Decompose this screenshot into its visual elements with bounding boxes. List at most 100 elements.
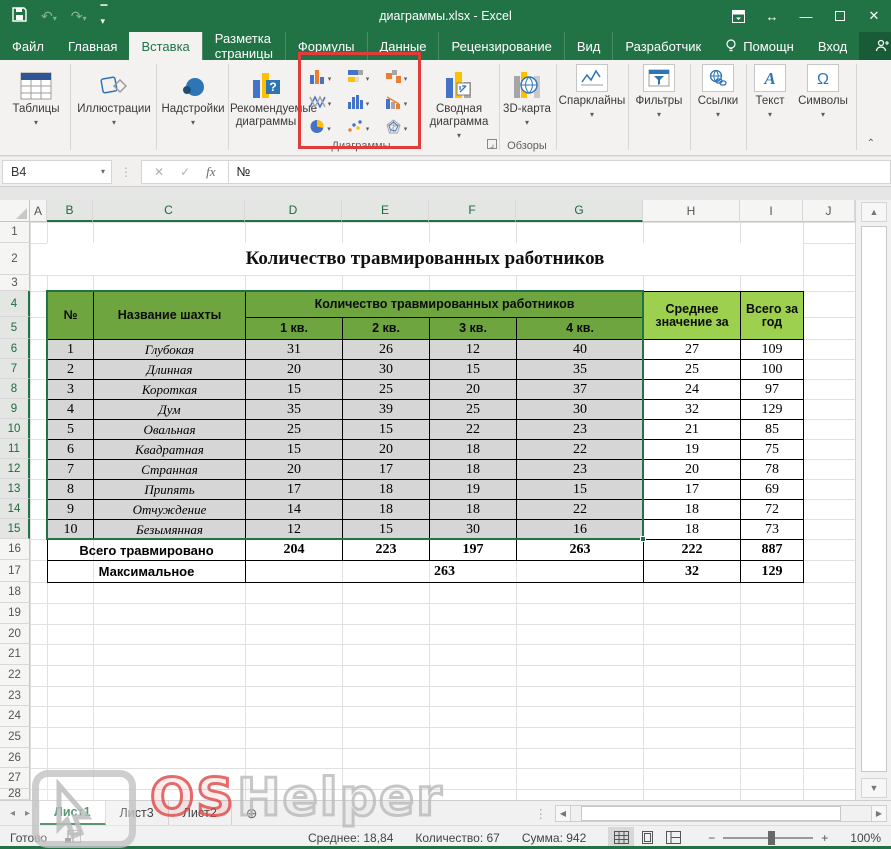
column-header-J[interactable]: J [803, 200, 855, 222]
table-cell[interactable]: 18 [430, 500, 517, 520]
table-cell[interactable]: 10 [48, 520, 94, 540]
table-cell[interactable]: 30 [517, 400, 644, 420]
column-header-E[interactable]: E [342, 200, 429, 222]
table-cell[interactable]: 12 [430, 340, 517, 360]
table-cell[interactable]: 14 [246, 500, 343, 520]
table-cell[interactable]: 17 [343, 460, 430, 480]
horizontal-scrollbar[interactable]: ⋮ ◀ ▶ [535, 801, 891, 825]
table-cell[interactable]: 19 [430, 480, 517, 500]
table-cell[interactable]: 18 [430, 460, 517, 480]
table-cell[interactable]: 18 [343, 500, 430, 520]
tab-developer[interactable]: Разработчик [612, 32, 713, 60]
header-q2[interactable]: 2 кв. [343, 318, 430, 340]
tell-me-button[interactable]: Помощн [713, 32, 806, 60]
table-cell[interactable]: 19 [644, 440, 741, 460]
tab-view[interactable]: Вид [564, 32, 613, 60]
horizontal-scroll-thumb[interactable] [581, 806, 841, 821]
header-num[interactable]: № [48, 292, 94, 340]
footer-total-avg[interactable]: 222 [644, 540, 741, 561]
row-header-9[interactable]: 9 [0, 399, 30, 419]
text-button[interactable]: A Текст ▾ [748, 64, 792, 119]
table-cell[interactable]: 129 [741, 400, 804, 420]
column-header-I[interactable]: I [740, 200, 803, 222]
table-cell[interactable]: Странная [94, 460, 246, 480]
table-cell[interactable]: 73 [741, 520, 804, 540]
table-cell[interactable]: 3 [48, 380, 94, 400]
footer-total-q3[interactable]: 197 [430, 540, 517, 561]
vertical-scroll-thumb[interactable] [861, 226, 887, 772]
table-cell[interactable]: 109 [741, 340, 804, 360]
table-cell[interactable]: 15 [517, 480, 644, 500]
table-cell[interactable]: 12 [246, 520, 343, 540]
table-cell[interactable]: 69 [741, 480, 804, 500]
table-cell[interactable]: 26 [343, 340, 430, 360]
footer-max-label[interactable]: Максимальное [48, 561, 246, 583]
footer-max-value[interactable]: 263 [246, 561, 644, 583]
row-header-8[interactable]: 8 [0, 379, 30, 399]
table-cell[interactable]: Отчуждение [94, 500, 246, 520]
table-cell[interactable]: 5 [48, 420, 94, 440]
table-cell[interactable]: 22 [517, 440, 644, 460]
close-button[interactable]: ✕ [857, 0, 891, 32]
header-q3[interactable]: 3 кв. [430, 318, 517, 340]
row-header-20[interactable]: 20 [0, 624, 30, 644]
table-cell[interactable]: 30 [430, 520, 517, 540]
row-header-24[interactable]: 24 [0, 706, 30, 727]
horizontal-scroll-track[interactable] [571, 805, 871, 822]
table-cell[interactable]: 27 [644, 340, 741, 360]
tab-page-layout[interactable]: Разметка страницы [202, 32, 285, 60]
macro-record-icon[interactable] [65, 830, 81, 846]
zoom-in-icon[interactable]: + [821, 831, 828, 845]
table-cell[interactable]: 97 [741, 380, 804, 400]
zoom-slider-thumb[interactable] [768, 831, 775, 845]
sign-in-button[interactable]: Вход [806, 32, 859, 60]
row-header-22[interactable]: 22 [0, 665, 30, 686]
row-header-19[interactable]: 19 [0, 603, 30, 624]
tab-review[interactable]: Рецензирование [438, 32, 563, 60]
table-cell[interactable]: Безымянная [94, 520, 246, 540]
row-header-1[interactable]: 1 [0, 222, 30, 243]
table-cell[interactable]: Глубокая [94, 340, 246, 360]
row-header-17[interactable]: 17 [0, 560, 30, 582]
table-cell[interactable]: 23 [517, 420, 644, 440]
row-header-3[interactable]: 3 [0, 275, 30, 291]
sheet-tab-3[interactable]: Лист2 [169, 801, 232, 825]
map-3d-button[interactable]: 3D-карта ▾ [501, 64, 553, 127]
insert-function-icon[interactable]: fx [206, 164, 215, 180]
worksheet-title-cell[interactable]: Количество травмированных работников [47, 243, 803, 275]
sheet-tab-1[interactable]: Лист1 [40, 801, 105, 825]
column-header-H[interactable]: H [643, 200, 740, 222]
row-header-21[interactable]: 21 [0, 644, 30, 665]
table-cell[interactable]: 25 [246, 420, 343, 440]
row-header-4[interactable]: 4 [0, 291, 30, 317]
row-header-6[interactable]: 6 [0, 339, 30, 359]
header-q4[interactable]: 4 кв. [517, 318, 644, 340]
row-header-11[interactable]: 11 [0, 439, 30, 459]
header-mine[interactable]: Название шахты [94, 292, 246, 340]
footer-max-year[interactable]: 129 [741, 561, 804, 583]
table-cell[interactable]: 37 [517, 380, 644, 400]
vertical-scrollbar[interactable]: ▲ ▼ [855, 200, 891, 800]
table-cell[interactable]: 75 [741, 440, 804, 460]
table-cell[interactable]: Дум [94, 400, 246, 420]
scroll-left-icon[interactable]: ◀ [555, 805, 571, 822]
table-cell[interactable]: 20 [644, 460, 741, 480]
footer-max-avg[interactable]: 32 [644, 561, 741, 583]
table-cell[interactable]: 18 [644, 500, 741, 520]
table-cell[interactable]: 17 [246, 480, 343, 500]
share-button[interactable]: Общий доступ [859, 32, 891, 60]
table-cell[interactable]: 18 [644, 520, 741, 540]
collapse-ribbon-icon[interactable]: ⌃ [867, 138, 875, 149]
table-cell[interactable]: 78 [741, 460, 804, 480]
row-header-7[interactable]: 7 [0, 359, 30, 379]
tab-home[interactable]: Главная [56, 32, 129, 60]
column-header-F[interactable]: F [429, 200, 516, 222]
scroll-right-icon[interactable]: ▶ [871, 805, 887, 822]
table-cell[interactable]: Овальная [94, 420, 246, 440]
table-cell[interactable]: 6 [48, 440, 94, 460]
table-cell[interactable]: 20 [430, 380, 517, 400]
table-cell[interactable]: 7 [48, 460, 94, 480]
table-cell[interactable]: 40 [517, 340, 644, 360]
table-cell[interactable]: 32 [644, 400, 741, 420]
addins-button[interactable]: Надстройки ▾ [160, 64, 226, 127]
